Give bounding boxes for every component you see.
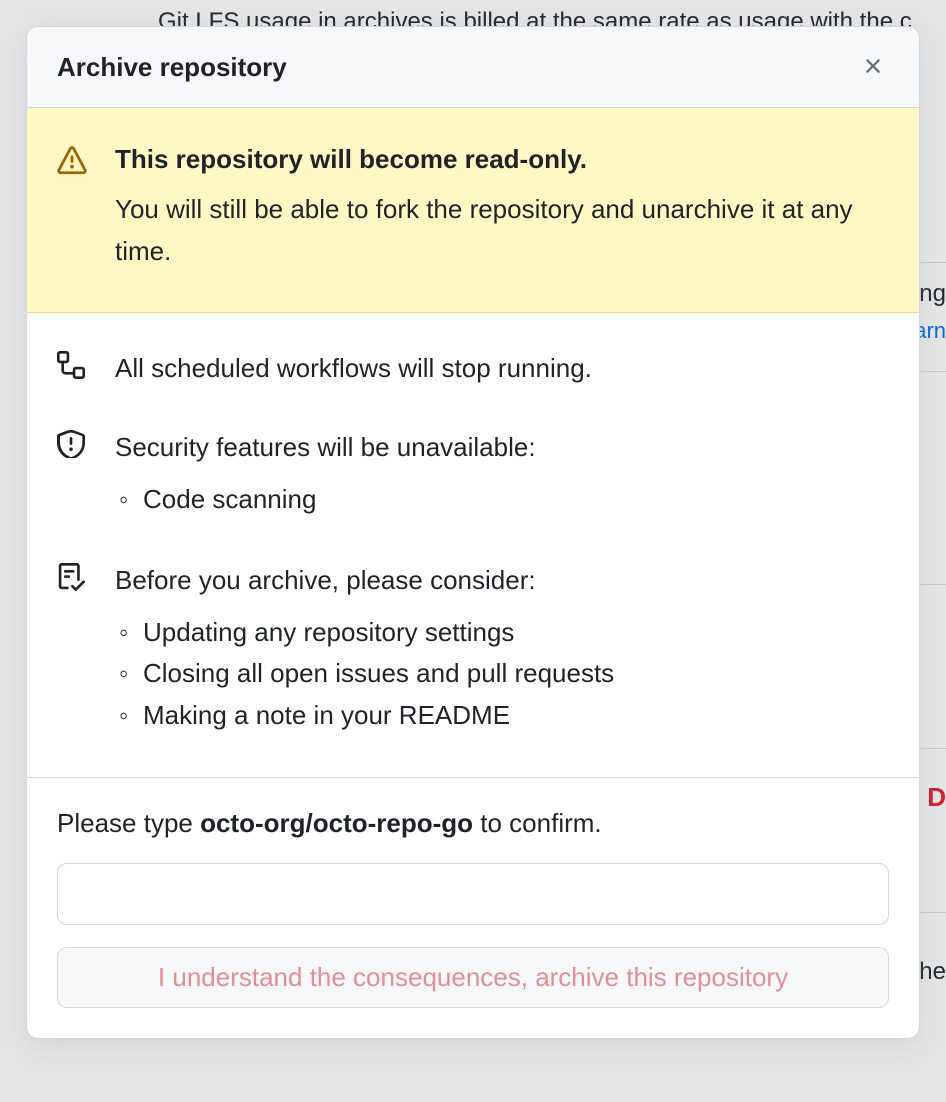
close-icon	[861, 54, 885, 81]
dialog-title: Archive repository	[57, 52, 287, 83]
considerations-text: Before you archive, please consider:	[115, 561, 889, 600]
alert-icon	[57, 144, 87, 272]
background-fragment: ng	[919, 280, 946, 308]
background-fragment: he	[919, 958, 946, 986]
confirm-input[interactable]	[57, 863, 889, 925]
security-item: Security features will be unavailable: C…	[57, 428, 889, 521]
workflow-icon	[57, 349, 87, 388]
considerations-item: Before you archive, please consider: Upd…	[57, 561, 889, 737]
list-item: Closing all open issues and pull request…	[115, 653, 889, 695]
background-fragment: D	[927, 782, 946, 813]
dialog-header: Archive repository	[27, 27, 919, 108]
security-text: Security features will be unavailable:	[115, 428, 889, 467]
warning-description: You will still be able to fork the repos…	[115, 189, 889, 272]
archive-confirm-button[interactable]: I understand the consequences, archive t…	[57, 947, 889, 1008]
confirm-prefix: Please type	[57, 808, 200, 838]
list-item: Making a note in your README	[115, 695, 889, 737]
confirm-suffix: to confirm.	[473, 808, 602, 838]
archive-repository-dialog: Archive repository This repository will …	[26, 26, 920, 1039]
list-item: Code scanning	[115, 479, 889, 521]
security-list: Code scanning	[115, 479, 889, 521]
confirm-section: Please type octo-org/octo-repo-go to con…	[27, 778, 919, 1038]
info-section: All scheduled workflows will stop runnin…	[27, 313, 919, 777]
list-item: Updating any repository settings	[115, 612, 889, 654]
confirm-repo-name: octo-org/octo-repo-go	[200, 808, 473, 838]
workflows-text: All scheduled workflows will stop runnin…	[115, 349, 889, 388]
considerations-list: Updating any repository settings Closing…	[115, 612, 889, 737]
checklist-icon	[57, 561, 87, 737]
warning-section: This repository will become read-only. Y…	[27, 108, 919, 313]
shield-icon	[57, 428, 87, 521]
workflows-item: All scheduled workflows will stop runnin…	[57, 349, 889, 388]
warning-heading: This repository will become read-only.	[115, 144, 889, 175]
confirm-label: Please type octo-org/octo-repo-go to con…	[57, 808, 889, 839]
close-button[interactable]	[857, 51, 889, 83]
